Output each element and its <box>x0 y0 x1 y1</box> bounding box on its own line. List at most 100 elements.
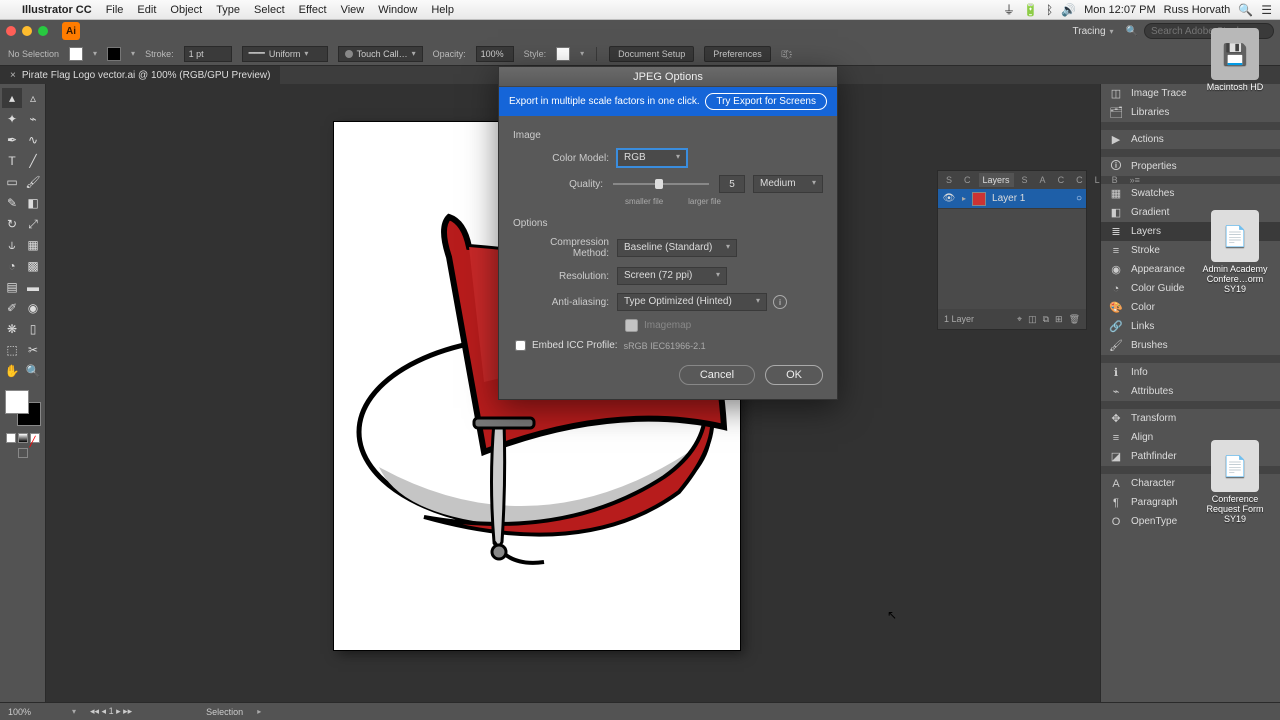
panel-info[interactable]: ℹInfo <box>1101 363 1280 382</box>
stroke-weight-input[interactable] <box>184 46 232 62</box>
screen-mode[interactable] <box>18 448 28 458</box>
panel-libraries[interactable]: 🗂Libraries <box>1101 103 1280 122</box>
eraser-tool[interactable]: ◧ <box>23 193 43 213</box>
gradient-tool[interactable]: ▬ <box>23 277 43 297</box>
menu-view[interactable]: View <box>341 4 365 16</box>
perspective-grid-tool[interactable]: ▩ <box>23 256 43 276</box>
color-mode[interactable] <box>6 433 16 443</box>
compression-dropdown[interactable]: Baseline (Standard) ▾ <box>617 239 737 257</box>
selection-tool[interactable]: ▴ <box>2 88 22 108</box>
app-menu[interactable]: Illustrator CC <box>22 4 92 16</box>
volume-icon[interactable]: 🔊 <box>1061 3 1076 17</box>
resolution-dropdown[interactable]: Screen (72 ppi) ▾ <box>617 267 727 285</box>
layers-tab-layers[interactable]: Layers <box>979 173 1014 187</box>
panel-links[interactable]: 🔗Links <box>1101 317 1280 336</box>
brush-definition-dropdown[interactable]: Touch Call… ▾ <box>338 46 423 62</box>
menu-effect[interactable]: Effect <box>299 4 327 16</box>
menu-select[interactable]: Select <box>254 4 285 16</box>
direct-selection-tool[interactable]: ▵ <box>23 88 43 108</box>
workspace-switcher[interactable]: Tracing ▾ <box>1067 24 1120 39</box>
menu-type[interactable]: Type <box>216 4 240 16</box>
window-minimize[interactable] <box>22 26 32 36</box>
desktop-doc1-icon[interactable]: 📄 Admin Academy Confere…orm SY19 <box>1198 210 1272 294</box>
shaper-tool[interactable]: ✎ <box>2 193 22 213</box>
rotate-tool[interactable]: ↻ <box>2 214 22 234</box>
quality-slider[interactable] <box>613 183 709 185</box>
fill-stroke-swatch[interactable] <box>5 390 41 426</box>
paintbrush-tool[interactable]: 🖌 <box>23 172 43 192</box>
panel-attributes[interactable]: ⌁Attributes <box>1101 382 1280 401</box>
stroke-swatch[interactable] <box>107 47 121 61</box>
blend-tool[interactable]: ◉ <box>23 298 43 318</box>
menu-object[interactable]: Object <box>170 4 202 16</box>
column-graph-tool[interactable]: ▯ <box>23 319 43 339</box>
slice-tool[interactable]: ✂ <box>23 340 43 360</box>
wifi-icon[interactable]: ⏚ <box>1003 1 1015 18</box>
scale-tool[interactable]: ⤢ <box>23 214 43 234</box>
locate-object-icon[interactable]: ⌖ <box>1017 314 1022 325</box>
quality-preset-dropdown[interactable]: Medium ▾ <box>753 175 823 193</box>
menu-edit[interactable]: Edit <box>137 4 156 16</box>
panel-brushes[interactable]: 🖌Brushes <box>1101 336 1280 355</box>
menubar-user[interactable]: Russ Horvath <box>1164 4 1231 16</box>
layers-tab-s2[interactable]: S <box>1018 173 1032 187</box>
layer-visibility-icon[interactable]: 👁 <box>942 193 956 204</box>
color-model-dropdown[interactable]: RGB ▾ <box>617 149 687 167</box>
eyedropper-tool[interactable]: ✐ <box>2 298 22 318</box>
layers-tab-s1[interactable]: S <box>942 173 956 187</box>
opacity-input[interactable] <box>476 46 514 62</box>
rectangle-tool[interactable]: ▭ <box>2 172 22 192</box>
free-transform-tool[interactable]: ▦ <box>23 235 43 255</box>
window-zoom[interactable] <box>38 26 48 36</box>
align-icon[interactable]: ⎯҈ <box>781 49 788 59</box>
mesh-tool[interactable]: ▤ <box>2 277 22 297</box>
document-tab[interactable]: × Pirate Flag Logo vector.ai @ 100% (RGB… <box>0 66 280 84</box>
delete-layer-icon[interactable]: 🗑 <box>1069 314 1080 325</box>
line-tool[interactable]: ╱ <box>23 151 43 171</box>
layer-expand-icon[interactable]: ▸ <box>962 194 966 203</box>
antialiasing-dropdown[interactable]: Type Optimized (Hinted) ▾ <box>617 293 767 311</box>
menu-window[interactable]: Window <box>378 4 417 16</box>
layer-name[interactable]: Layer 1 <box>992 193 1025 204</box>
layers-tab-a[interactable]: A <box>1036 173 1050 187</box>
panel-actions[interactable]: ▶Actions <box>1101 130 1280 149</box>
quality-input[interactable] <box>719 175 745 193</box>
new-layer-icon[interactable]: ⊞ <box>1055 314 1063 325</box>
embed-icc-checkbox[interactable] <box>515 340 526 351</box>
stroke-profile-dropdown[interactable]: ━━━ Uniform ▾ <box>242 46 328 62</box>
layer-row[interactable]: 👁 ▸ Layer 1 ○ <box>938 189 1086 209</box>
panel-color[interactable]: 🎨Color <box>1101 298 1280 317</box>
lasso-tool[interactable]: ⌁ <box>23 109 43 129</box>
layer-target-icon[interactable]: ○ <box>1076 193 1082 204</box>
window-close[interactable] <box>6 26 16 36</box>
gradient-mode[interactable] <box>18 433 28 443</box>
new-sublayer-icon[interactable]: ⧉ <box>1043 314 1049 325</box>
pen-tool[interactable]: ✒ <box>2 130 22 150</box>
battery-icon[interactable]: 🔋 <box>1023 3 1038 17</box>
artboard-nav[interactable]: ◂◂ ◂ 1 ▸ ▸▸ <box>90 706 132 717</box>
ok-button[interactable]: OK <box>765 365 823 385</box>
desktop-hd-icon[interactable]: 💾 Macintosh HD <box>1198 28 1272 92</box>
artboard-tool[interactable]: ⬚ <box>2 340 22 360</box>
document-setup-button[interactable]: Document Setup <box>609 46 694 62</box>
fill-swatch[interactable] <box>69 47 83 61</box>
make-clipping-mask-icon[interactable]: ◫ <box>1028 314 1037 325</box>
shape-builder-tool[interactable]: ◔ <box>2 256 22 276</box>
menu-file[interactable]: File <box>106 4 124 16</box>
graphic-style-swatch[interactable] <box>556 47 570 61</box>
notification-center-icon[interactable]: ☰ <box>1261 3 1272 17</box>
magic-wand-tool[interactable]: ✦ <box>2 109 22 129</box>
layers-tab-c2[interactable]: C <box>1054 173 1069 187</box>
panel-transform[interactable]: ✥Transform <box>1101 409 1280 428</box>
cancel-button[interactable]: Cancel <box>679 365 755 385</box>
none-mode[interactable]: ╱ <box>30 433 40 443</box>
layers-tab-b[interactable]: B <box>1108 173 1122 187</box>
antialiasing-info-icon[interactable]: i <box>773 295 787 309</box>
layers-tab-c1[interactable]: C <box>960 173 975 187</box>
zoom-tool[interactable]: 🔍 <box>23 361 43 381</box>
status-menu-icon[interactable]: ▸ <box>257 707 261 716</box>
type-tool[interactable]: T <box>2 151 22 171</box>
width-tool[interactable]: ⫝ <box>2 235 22 255</box>
hand-tool[interactable]: ✋ <box>2 361 22 381</box>
try-export-for-screens-button[interactable]: Try Export for Screens <box>705 93 827 110</box>
